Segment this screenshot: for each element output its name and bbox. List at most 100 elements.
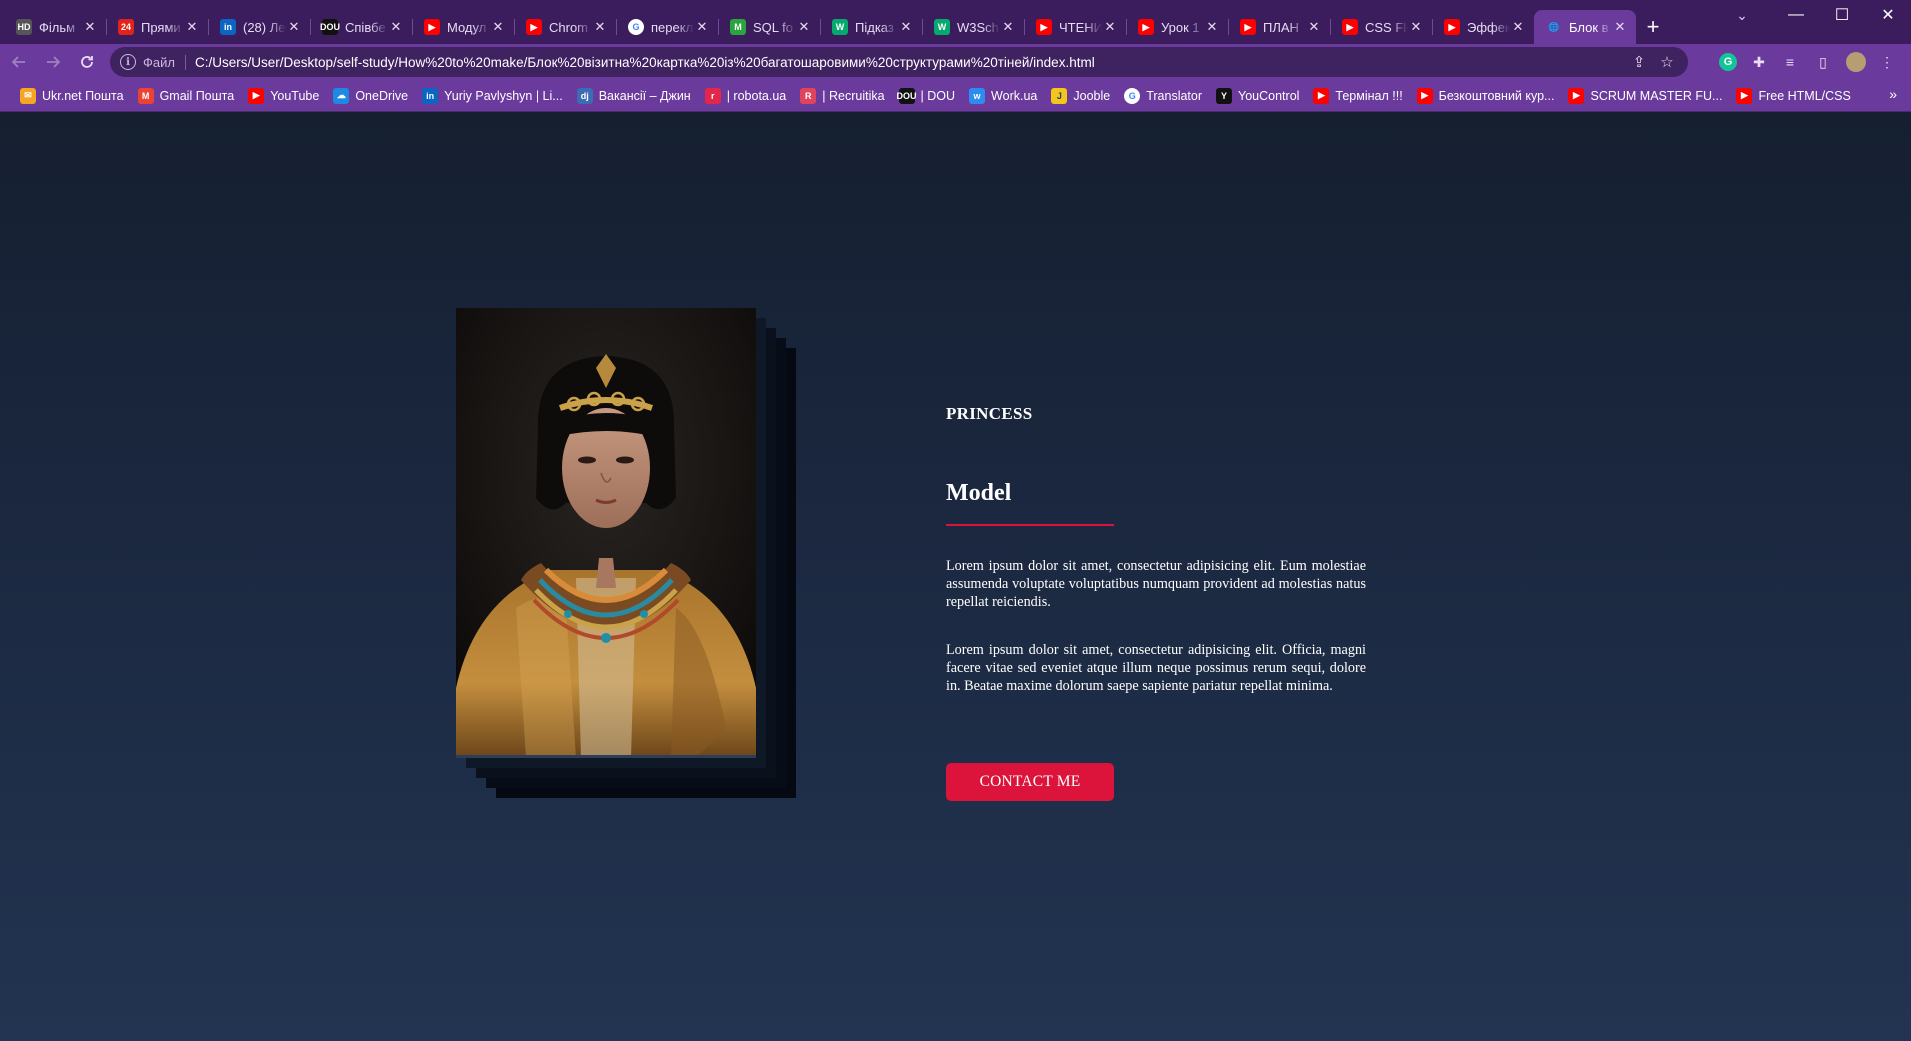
bookmark-label: | robota.ua	[726, 88, 787, 103]
tab-close-icon[interactable]: ✕	[286, 19, 302, 35]
tab-close-icon[interactable]: ✕	[1612, 19, 1628, 35]
site-info-icon[interactable]: i	[120, 54, 136, 70]
browser-tab[interactable]: ▶ CSS Fle✕	[1330, 10, 1432, 44]
tab-close-icon[interactable]: ✕	[184, 19, 200, 35]
tab-close-icon[interactable]: ✕	[1204, 19, 1220, 35]
bookmark-label: YouTube	[270, 88, 320, 103]
bookmark-item[interactable]: dj Вакансії – Джин	[571, 84, 697, 108]
bookmark-item[interactable]: ▶ YouTube	[242, 84, 325, 108]
browser-tab[interactable]: ▶ Эффек ✕	[1432, 10, 1534, 44]
browser-tab[interactable]: DOU Співбе ✕	[310, 10, 412, 44]
bookmark-label: Вакансії – Джин	[598, 88, 691, 103]
bookmark-label: YouControl	[1238, 88, 1300, 103]
back-arrow-icon	[11, 56, 25, 68]
bookmark-item[interactable]: DOU | DOU	[893, 84, 962, 108]
tab-close-icon[interactable]: ✕	[898, 19, 914, 35]
bookmark-item[interactable]: J Jooble	[1045, 84, 1116, 108]
grammarly-extension-icon[interactable]: G	[1719, 53, 1737, 71]
profile-avatar[interactable]	[1846, 52, 1866, 72]
tab-close-icon[interactable]: ✕	[1408, 19, 1424, 35]
bookmark-item[interactable]: ▶ SCRUM MASTER FU...	[1562, 84, 1728, 108]
bookmark-label: Work.ua	[991, 88, 1038, 103]
tab-title: ЧТЕНИ	[1059, 19, 1102, 35]
browser-toolbar: i Файл C:/Users/User/Desktop/self-study/…	[0, 44, 1911, 80]
tab-close-icon[interactable]: ✕	[1306, 19, 1322, 35]
extensions-puzzle-icon[interactable]: ✚	[1750, 53, 1768, 71]
bookmark-item[interactable]: ▶ Безкоштовний кур...	[1411, 84, 1561, 108]
portrait-illustration	[456, 308, 756, 755]
tab-close-icon[interactable]: ✕	[1510, 19, 1526, 35]
bookmark-item[interactable]: M Gmail Пошта	[132, 84, 241, 108]
tab-close-icon[interactable]: ✕	[796, 19, 812, 35]
browser-tab[interactable]: ▶ ПЛАН ✕	[1228, 10, 1330, 44]
w3-icon: W	[934, 19, 950, 35]
tab-title: Chrom	[549, 19, 589, 35]
bookmark-label: Jooble	[1073, 88, 1111, 103]
browser-tab[interactable]: 24 Прями ✕	[106, 10, 208, 44]
browser-tab[interactable]: W W3Sch ✕	[922, 10, 1024, 44]
bookmark-label: | DOU	[920, 88, 956, 103]
bookmark-item[interactable]: G Translator	[1118, 84, 1208, 108]
reload-button[interactable]	[72, 47, 102, 77]
youtube-icon: ▶	[1342, 19, 1358, 35]
tab-close-icon[interactable]: ✕	[592, 19, 608, 35]
contact-me-button[interactable]: CONTACT ME	[946, 763, 1114, 801]
browser-tab[interactable]: ▶ Модул ✕	[412, 10, 514, 44]
address-bar[interactable]: i Файл C:/Users/User/Desktop/self-study/…	[110, 47, 1688, 77]
youtube-icon: ▶	[1240, 19, 1256, 35]
tab-title: Модул	[447, 19, 487, 35]
tab-close-icon[interactable]: ✕	[82, 19, 98, 35]
tab-close-icon[interactable]: ✕	[1000, 19, 1016, 35]
browser-tab[interactable]: in (28) Ле ✕	[208, 10, 310, 44]
tab-list: HD Фільм ✕ 24 Прями ✕ in (28) Ле ✕ DOU Співбе ✕ ▶ Мод…	[4, 10, 1636, 44]
bookmark-item[interactable]: ✉ Ukr.net Пошта	[14, 84, 130, 108]
browser-tab[interactable]: ▶ Chrom ✕	[514, 10, 616, 44]
bookmark-star-icon[interactable]: ☆	[1658, 53, 1676, 71]
tab-close-icon[interactable]: ✕	[694, 19, 710, 35]
tab-search-chevron-icon[interactable]: ⌄	[1727, 4, 1757, 26]
browser-tab[interactable]: 🌐 Блок в ✕	[1534, 10, 1636, 44]
url-text[interactable]: C:/Users/User/Desktop/self-study/How%20t…	[195, 55, 1095, 70]
browser-tab[interactable]: M SQL fo ✕	[718, 10, 820, 44]
media-queue-icon[interactable]: ≡	[1781, 53, 1799, 71]
bookmark-item[interactable]: Y YouControl	[1210, 84, 1305, 108]
forward-button[interactable]	[38, 47, 68, 77]
photo-stack	[456, 308, 800, 802]
bookmark-item[interactable]: w Work.ua	[963, 84, 1043, 108]
side-panel-icon[interactable]: ▯	[1814, 53, 1832, 71]
google-icon: G	[1124, 87, 1141, 104]
maximize-button[interactable]: ☐	[1819, 0, 1865, 30]
tab-close-icon[interactable]: ✕	[1102, 19, 1118, 35]
tab-title: Підказ	[855, 19, 894, 35]
bookmark-item[interactable]: ☁ OneDrive	[327, 84, 414, 108]
bookmarks-overflow-icon[interactable]: »	[1889, 86, 1897, 102]
youtube-icon: ▶	[1736, 87, 1753, 104]
tab-close-icon[interactable]: ✕	[388, 19, 404, 35]
youtube-icon: ▶	[1138, 19, 1154, 35]
browser-tab[interactable]: ▶ Урок 1 ✕	[1126, 10, 1228, 44]
tab-title: W3Sch	[957, 19, 999, 35]
tab-close-icon[interactable]: ✕	[490, 19, 506, 35]
share-icon[interactable]: ⇪	[1630, 53, 1648, 71]
bookmark-item[interactable]: R | Recruitika	[794, 84, 890, 108]
browser-tab[interactable]: W Підказ ✕	[820, 10, 922, 44]
jooble-icon: J	[1051, 87, 1068, 104]
bookmark-item[interactable]: ▶ Free HTML/CSS	[1730, 84, 1856, 108]
bookmark-item[interactable]: r | robota.ua	[699, 84, 793, 108]
browser-menu-icon[interactable]: ⋮	[1878, 53, 1896, 71]
bookmark-item[interactable]: in Yuriy Pavlyshyn | Li...	[416, 84, 569, 108]
bookmark-label: Термінал !!!	[1335, 88, 1403, 103]
globe-icon: 🌐	[1548, 21, 1560, 32]
browser-tab[interactable]: Gперекл ✕	[616, 10, 718, 44]
w3-icon: W	[832, 19, 848, 35]
forward-arrow-icon	[47, 56, 61, 68]
back-button[interactable]	[4, 47, 34, 77]
bookmark-item[interactable]: ▶ Термінал !!!	[1307, 84, 1408, 108]
close-window-button[interactable]: ✕	[1865, 0, 1911, 30]
browser-tab[interactable]: HD Фільм ✕	[4, 10, 106, 44]
new-tab-button[interactable]: +	[1636, 10, 1670, 44]
minimize-button[interactable]: —	[1773, 0, 1819, 30]
youtube-icon: ▶	[1568, 87, 1585, 104]
page-viewport: PRINCESS Model Lorem ipsum dolor sit ame…	[0, 112, 1911, 1041]
browser-tab[interactable]: ▶ ЧТЕНИ ✕	[1024, 10, 1126, 44]
